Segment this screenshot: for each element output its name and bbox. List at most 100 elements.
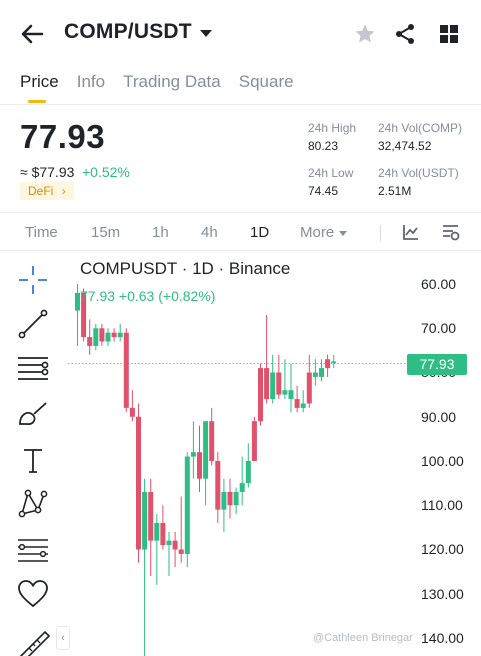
- vol-quote-label: 24h Vol(USDT): [378, 166, 459, 180]
- candle: [233, 487, 239, 515]
- text-icon[interactable]: [15, 442, 51, 478]
- interval-divider: [0, 250, 481, 251]
- chevron-right-icon: ›: [61, 184, 66, 198]
- candle-body: [142, 491, 148, 550]
- heart-icon[interactable]: [15, 576, 51, 612]
- crosshair-icon[interactable]: [15, 262, 51, 298]
- vol-quote-value: 2.51M: [378, 184, 412, 198]
- candle: [184, 452, 190, 568]
- interval-1h[interactable]: 1h: [152, 224, 169, 241]
- candle: [264, 314, 270, 404]
- ruler-icon[interactable]: [15, 626, 51, 656]
- candle-body: [172, 540, 178, 550]
- candle-body: [111, 332, 117, 338]
- interval-separator: [380, 225, 381, 241]
- high-value: 80.23: [308, 139, 339, 153]
- low-label: 24h Low: [308, 166, 354, 180]
- candle: [105, 328, 111, 346]
- candle: [190, 421, 196, 479]
- candle-body: [239, 483, 245, 492]
- back-arrow-icon[interactable]: [18, 20, 46, 48]
- indicator-icon[interactable]: [401, 222, 421, 242]
- y-tick-label: 120.00: [421, 541, 464, 557]
- interval-more-label: More: [300, 224, 335, 241]
- candle-body: [264, 368, 270, 400]
- grid-icon[interactable]: [437, 22, 461, 46]
- pair-selector[interactable]: COMP/USDT: [64, 20, 212, 44]
- top-bar: COMP/USDT: [0, 0, 481, 68]
- brush-icon[interactable]: [15, 396, 51, 432]
- fib-icon[interactable]: [15, 532, 51, 568]
- tab-price[interactable]: Price: [20, 72, 59, 103]
- candle: [160, 505, 166, 550]
- candle: [166, 531, 172, 577]
- horizontal-lines-icon[interactable]: [15, 350, 51, 386]
- pattern-icon[interactable]: [15, 486, 51, 522]
- candle: [203, 421, 209, 506]
- candle-body: [300, 403, 306, 408]
- candle: [331, 354, 337, 369]
- interval-more[interactable]: More: [300, 224, 348, 241]
- candle: [215, 452, 221, 523]
- candle-body: [312, 372, 318, 377]
- candle-body: [209, 421, 215, 461]
- candle-body: [160, 522, 166, 546]
- pair-label[interactable]: COMP/USDT: [64, 20, 192, 44]
- tab-trading-data[interactable]: Trading Data: [123, 72, 221, 102]
- candle-body: [184, 456, 190, 554]
- low-value: 74.45: [308, 184, 339, 198]
- interval-time[interactable]: Time: [25, 224, 58, 241]
- caret-down-icon[interactable]: [199, 29, 212, 37]
- candle: [142, 478, 148, 656]
- candle-body: [331, 361, 337, 364]
- candle: [276, 354, 282, 400]
- candle-body: [306, 372, 312, 404]
- star-icon[interactable]: [353, 22, 377, 46]
- candle: [178, 496, 184, 563]
- candle: [209, 407, 215, 466]
- candle-body: [166, 540, 172, 546]
- candle: [129, 390, 135, 422]
- candlestick-chart[interactable]: [68, 252, 481, 656]
- share-icon[interactable]: [393, 22, 417, 46]
- candle: [136, 403, 141, 563]
- candle-body: [190, 452, 196, 457]
- candle-body: [87, 337, 93, 346]
- interval-4h[interactable]: 4h: [201, 224, 218, 241]
- y-tick-label: 110.00: [421, 497, 463, 513]
- last-price: 77.93: [20, 118, 106, 155]
- candle: [172, 531, 178, 568]
- chart-ohlc-summary: 77.93 +0.63 (+0.82%): [80, 288, 216, 304]
- tab-square[interactable]: Square: [239, 72, 294, 102]
- y-tick-label: 130.00: [421, 586, 464, 602]
- candle-body: [282, 390, 288, 395]
- tabs-divider: [0, 104, 481, 105]
- vol-base-value: 32,474.52: [378, 139, 432, 153]
- candle: [148, 478, 154, 577]
- candle-body: [276, 372, 282, 395]
- candle-body: [245, 461, 251, 484]
- chart-settings-icon[interactable]: [441, 222, 461, 242]
- sector-badge[interactable]: DeFi ›: [20, 182, 74, 200]
- watermark: @Cathleen Brinegar: [313, 632, 413, 644]
- tab-info[interactable]: Info: [77, 72, 105, 102]
- interval-1d[interactable]: 1D: [250, 224, 269, 241]
- candle: [221, 478, 227, 532]
- candle-body: [136, 416, 141, 550]
- candle-body: [99, 328, 105, 342]
- candle: [123, 328, 129, 413]
- candle-body: [154, 522, 160, 541]
- candle-body: [129, 407, 135, 417]
- candle-body: [288, 390, 294, 400]
- candle-body: [294, 399, 300, 408]
- candle: [300, 390, 306, 413]
- trend-line-icon[interactable]: [15, 306, 51, 342]
- candle: [294, 385, 300, 413]
- candle-body: [93, 328, 99, 346]
- candle-body: [221, 491, 227, 510]
- interval-15m[interactable]: 15m: [91, 224, 120, 241]
- candle-body: [251, 421, 257, 461]
- y-tick-label: 70.00: [421, 320, 457, 336]
- candle: [111, 328, 117, 342]
- candle-body: [233, 491, 239, 506]
